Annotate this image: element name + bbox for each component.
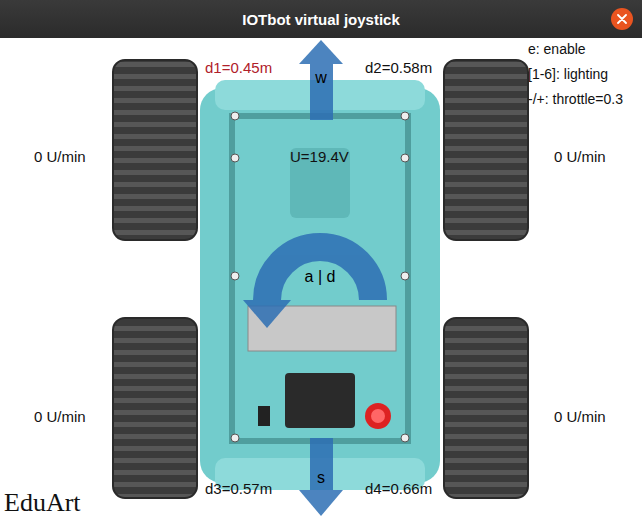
joystick-canvas[interactable]: d1=0.45m d2=0.58m d3=0.57m d4=0.66m 0 U/min 0… bbox=[0, 38, 642, 519]
backward-arrow-icon bbox=[299, 438, 343, 516]
close-button[interactable] bbox=[611, 8, 633, 30]
forward-arrow-icon bbox=[299, 40, 343, 120]
window-title: IOTbot virtual joystick bbox=[242, 11, 400, 28]
help-line: e: enable bbox=[528, 37, 623, 62]
help-line: -/+: throttle=0.3 bbox=[528, 87, 623, 112]
voltage-label: U=19.4V bbox=[290, 147, 349, 167]
wheel-icon bbox=[444, 60, 528, 240]
title-bar: IOTbot virtual joystick bbox=[0, 0, 642, 38]
body-icon bbox=[200, 88, 440, 483]
wheel-icon bbox=[444, 318, 528, 498]
switch-icon bbox=[258, 406, 270, 426]
close-icon bbox=[617, 14, 627, 24]
distance-label: d1=0.45m bbox=[205, 58, 272, 78]
wheel-speed: 0 U/min bbox=[34, 407, 86, 427]
forward-key[interactable]: w bbox=[301, 68, 341, 88]
wheel-speed: 0 U/min bbox=[554, 147, 606, 167]
backward-key[interactable]: s bbox=[301, 468, 341, 488]
distance-label: d2=0.58m bbox=[365, 58, 432, 78]
rotate-arrow-icon bbox=[243, 247, 373, 328]
help-panel: e: enable[1-6]: lighting-/+: throttle=0.… bbox=[528, 37, 623, 112]
wheel-icon bbox=[113, 60, 197, 240]
wheel-speed: 0 U/min bbox=[34, 147, 86, 167]
eduart-logo: EduArt bbox=[4, 490, 81, 516]
estop-icon bbox=[365, 403, 391, 429]
joystick-window: IOTbot virtual joystickd1=0.45md2=0.58md… bbox=[0, 0, 642, 519]
wheel-icon bbox=[113, 318, 197, 498]
wheel-speed: 0 U/min bbox=[554, 407, 606, 427]
distance-label: d4=0.66m bbox=[365, 479, 432, 499]
battery-icon bbox=[285, 373, 355, 428]
help-line: [1-6]: lighting bbox=[528, 62, 623, 87]
distance-label: d3=0.57m bbox=[205, 479, 272, 499]
rotate-key[interactable]: a | d bbox=[270, 267, 370, 287]
